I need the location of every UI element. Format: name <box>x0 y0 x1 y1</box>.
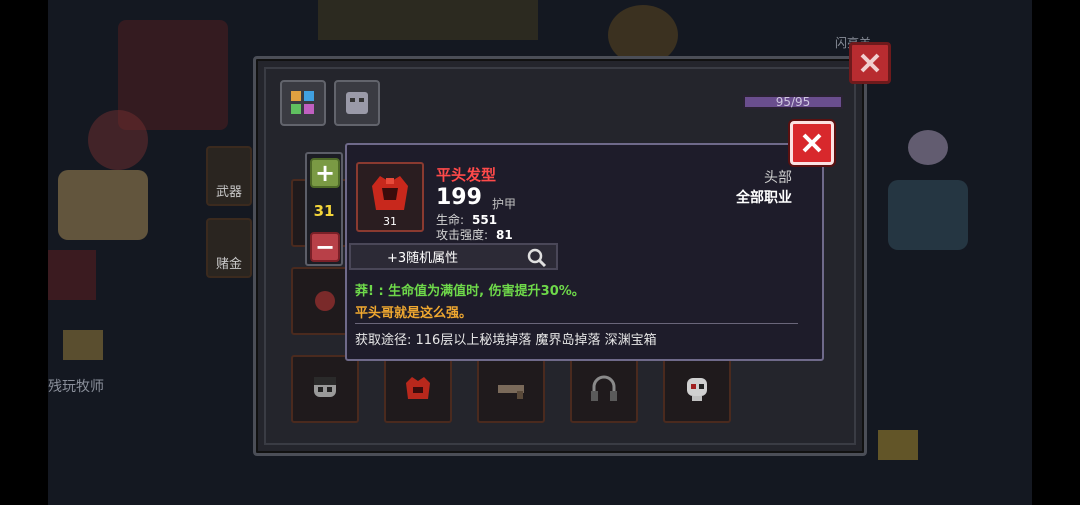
item-effect-text: 莽! : 生命值为满值时, 伤害提升30%。 <box>355 284 585 299</box>
close-inventory-button[interactable] <box>849 42 891 84</box>
item-level: 31 <box>383 215 397 228</box>
random-attr-button[interactable]: +3随机属性 <box>349 243 558 270</box>
class-restriction: 全部职业 <box>736 190 792 206</box>
bg-character <box>58 170 148 240</box>
stat-value: 551 <box>472 213 498 227</box>
tab-equipment[interactable] <box>334 80 380 126</box>
level-value: 31 <box>313 202 335 220</box>
bet-shortcut-label: 赌金 <box>215 257 242 272</box>
close-tooltip-button[interactable] <box>790 121 834 165</box>
inventory-slot[interactable] <box>291 355 359 423</box>
magnifier-icon <box>527 248 547 268</box>
bg-crown <box>878 430 918 460</box>
skull-icon <box>687 378 707 401</box>
level-stepper: + 31 − <box>305 152 343 266</box>
inventory-slot[interactable] <box>570 355 638 423</box>
bg-structure <box>48 250 96 300</box>
item-source-text: 获取途径: 116层以上秘境掉落 魔界岛掉落 深渊宝箱 <box>355 333 657 348</box>
bet-shortcut-button[interactable]: 赌金 <box>206 218 252 278</box>
inventory-slot[interactable] <box>477 355 545 423</box>
weapon-shortcut-label: 武器 <box>215 185 242 200</box>
bg-marker <box>908 130 948 165</box>
armor-value: 199 <box>436 185 482 210</box>
capacity-text: 95/95 <box>775 95 811 109</box>
close-icon <box>860 53 880 73</box>
inventory-slot[interactable] <box>384 355 452 423</box>
letterbox-right <box>1032 0 1080 505</box>
skull-helmet-icon <box>314 377 336 397</box>
random-attr-label: +3随机属性 <box>387 251 459 266</box>
letterbox-left <box>0 0 48 505</box>
stat-value: 81 <box>496 228 513 242</box>
bg-character <box>888 180 968 250</box>
level-increase-button[interactable]: + <box>310 158 340 188</box>
armor-label: 护甲 <box>492 197 517 211</box>
close-icon <box>802 133 822 153</box>
weapon-shortcut-button[interactable]: 武器 <box>206 146 252 206</box>
tooltip-divider <box>355 323 798 324</box>
headphones-icon <box>591 375 617 401</box>
item-flavor-text: 平头哥就是这么强。 <box>355 306 473 321</box>
capacity-bar: 95/95 <box>743 95 843 109</box>
inventory-slot[interactable] <box>663 355 731 423</box>
player-name-label: 残玩牧师 <box>48 379 104 395</box>
item-tooltip: 31 平头发型 199 护甲 生命: 551 攻击强度: 81 头部 全部职业 +3… <box>345 143 824 361</box>
item-name: 平头发型 <box>436 166 497 184</box>
stat-attack: 攻击强度: 81 <box>436 226 513 243</box>
bg-structure <box>118 20 228 130</box>
bg-item <box>63 330 103 360</box>
armor-icon <box>346 92 368 114</box>
equip-slot-type: 头部 <box>764 170 792 186</box>
grid-icon <box>291 91 314 114</box>
stat-label: 攻击强度: <box>436 228 489 242</box>
stat-label: 生命: <box>436 213 465 227</box>
bg-character <box>88 110 148 170</box>
bandana-icon <box>498 385 524 399</box>
spider-item-icon <box>315 291 335 311</box>
level-decrease-button[interactable]: − <box>310 232 340 262</box>
tab-inventory[interactable] <box>280 80 326 126</box>
item-icon-box: 31 <box>356 162 424 232</box>
red-helmet-icon <box>406 377 430 399</box>
red-helmet-icon <box>372 176 408 210</box>
bg-structure <box>318 0 538 40</box>
